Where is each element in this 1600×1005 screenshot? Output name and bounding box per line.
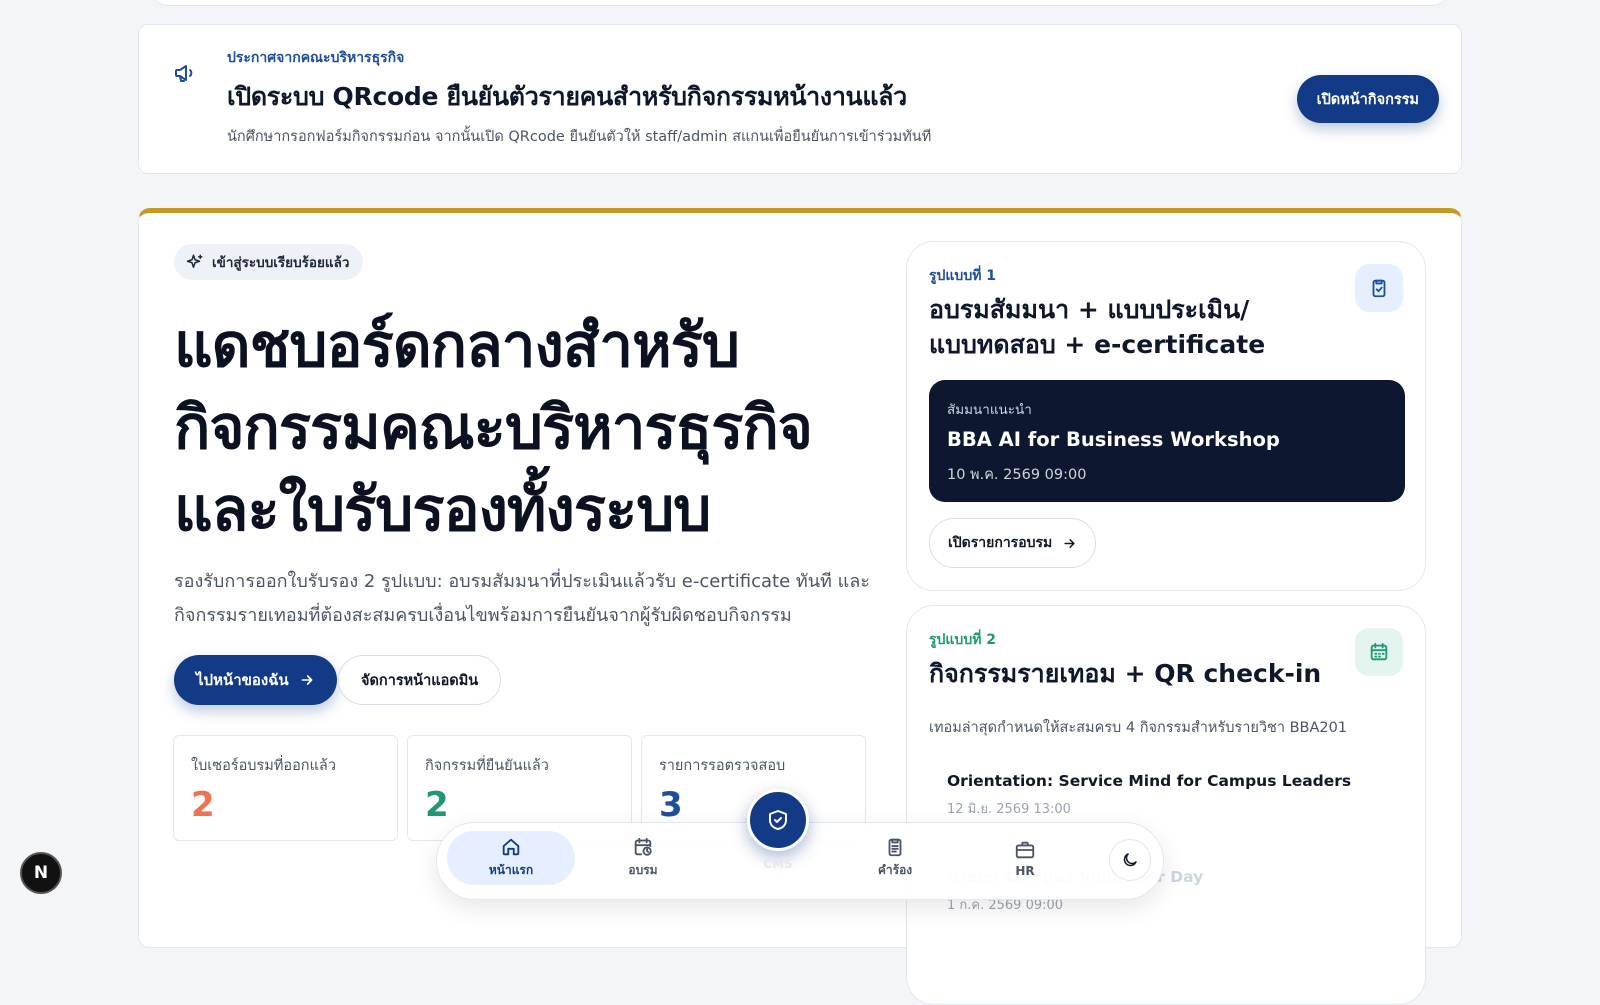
title-line: และใบรับรองทั้งระบบ (174, 475, 711, 545)
mode-1-eyebrow: รูปแบบที่ 1 (929, 268, 997, 284)
stat-label: รายการรอตรวจสอบ (659, 758, 786, 774)
logged-in-pill: เข้าสู่ระบบเรียบร้อยแล้ว (174, 244, 364, 280)
framework-badge[interactable]: N (20, 852, 62, 894)
title-line: กิจกรรมคณะบริหารธุรกิจ (174, 393, 813, 463)
mode-2-eyebrow: รูปแบบที่ 2 (929, 632, 997, 648)
title-line: แบบทดสอบ + e-certificate (929, 330, 1266, 359)
arrow-right-icon (1064, 538, 1075, 548)
clipboard-check-icon (1355, 264, 1403, 312)
title-line: อบรมสัมมนา + แบบประเมิน/ (929, 295, 1250, 324)
calendar-clock-icon (634, 837, 652, 856)
announcement-headline: เปิดระบบ QRcode ยืนยันตัวรายคนสำหรับกิจก… (227, 82, 907, 111)
nav-item-hr[interactable]: HR (961, 831, 1089, 885)
nav-item-home[interactable]: หน้าแรก (447, 831, 575, 885)
stat-label: กิจกรรมที่ยืนยันแล้ว (425, 758, 549, 774)
title-line: แดชบอร์ดกลางสำหรับ (174, 311, 740, 381)
open-training-list-label: เปิดรายการอบรม (948, 535, 1053, 551)
open-training-list-button[interactable]: เปิดรายการอบรม (929, 518, 1097, 568)
stat-value: 2 (191, 785, 215, 825)
featured-seminar[interactable]: สัมมนาแนะนำ BBA AI for Business Workshop… (929, 380, 1405, 502)
announcement-description: นักศึกษากรอกฟอร์มกิจกรรมก่อน จากนั้นเปิด… (227, 129, 932, 145)
arrow-right-icon (301, 675, 313, 685)
cms-label: CMS (763, 857, 793, 871)
logged-in-label: เข้าสู่ระบบเรียบร้อยแล้ว (212, 255, 350, 271)
nav-item-training[interactable]: อบรม (579, 831, 707, 885)
page-title: แดชบอร์ดกลางสำหรับ กิจกรรมคณะบริหารธุรกิ… (174, 305, 874, 551)
mode-2-title: กิจกรรมรายเทอม + QR check-in (929, 659, 1322, 688)
nav-label: หน้าแรก (488, 863, 534, 877)
home-icon (502, 838, 520, 856)
featured-title: BBA AI for Business Workshop (947, 428, 1280, 451)
nav-item-requests[interactable]: คำร้อง (831, 831, 959, 885)
moon-icon (1123, 853, 1137, 867)
description-line: กิจกรรมรายเทอมที่ต้องสะสมครบเงื่อนไขพร้อ… (174, 605, 792, 626)
announcement-eyebrow: ประกาศจากคณะบริหารธุรกิจ (227, 50, 405, 66)
term-activity-date: 12 มิ.ย. 2569 13:00 (947, 802, 1071, 817)
mode-2-card: รูปแบบที่ 2 กิจกรรมรายเทอม + QR check-in… (906, 605, 1426, 1005)
mode-1-title: อบรมสัมมนา + แบบประเมิน/ แบบทดสอบ + e-ce… (929, 292, 1349, 362)
mode-2-subtitle: เทอมล่าสุดกำหนดให้สะสมครบ 4 กิจกรรมสำหรั… (929, 720, 1348, 736)
bottom-navigation: หน้าแรก อบรม CMS คำร้อง HR (436, 789, 1164, 900)
nav-item-cms[interactable] (747, 789, 809, 851)
shield-check-icon (769, 810, 787, 830)
nav-label: คำร้อง (877, 863, 913, 877)
stat-card-certificates: ใบเซอร์อบรมที่ออกแล้ว 2 (173, 735, 398, 841)
stat-label: ใบเซอร์อบรมที่ออกแล้ว (191, 758, 336, 774)
featured-eyebrow: สัมมนาแนะนำ (947, 402, 1032, 418)
hero-description: รองรับการออกใบรับรอง 2 รูปแบบ: อบรมสัมมน… (174, 565, 874, 633)
go-to-my-page-button[interactable]: ไปหน้าของฉัน (174, 655, 337, 705)
calendar-icon (1355, 628, 1403, 676)
nav-label: อบรม (628, 863, 658, 877)
clipboard-icon (888, 838, 902, 857)
manage-admin-button[interactable]: จัดการหน้าแอดมิน (338, 655, 502, 705)
mode-1-card: รูปแบบที่ 1 อบรมสัมมนา + แบบประเมิน/ แบบ… (906, 241, 1426, 591)
featured-date: 10 พ.ค. 2569 09:00 (947, 467, 1087, 483)
megaphone-icon (175, 65, 193, 82)
stat-value: 2 (425, 785, 449, 825)
go-to-my-page-label: ไปหน้าของฉัน (196, 671, 289, 689)
announcement-card: ประกาศจากคณะบริหารธุรกิจ เปิดระบบ QRcode… (138, 24, 1462, 174)
nav-label: HR (1015, 863, 1035, 878)
briefcase-icon (1015, 841, 1035, 858)
description-line: รองรับการออกใบรับรอง 2 รูปแบบ: อบรมสัมมน… (174, 571, 870, 592)
sparkle-icon (186, 254, 203, 268)
term-activity-title[interactable]: Orientation: Service Mind for Campus Lea… (947, 772, 1351, 790)
open-activity-page-button[interactable]: เปิดหน้ากิจกรรม (1296, 75, 1439, 123)
theme-toggle-button[interactable] (1109, 839, 1151, 881)
previous-card-edge (150, 0, 1450, 6)
